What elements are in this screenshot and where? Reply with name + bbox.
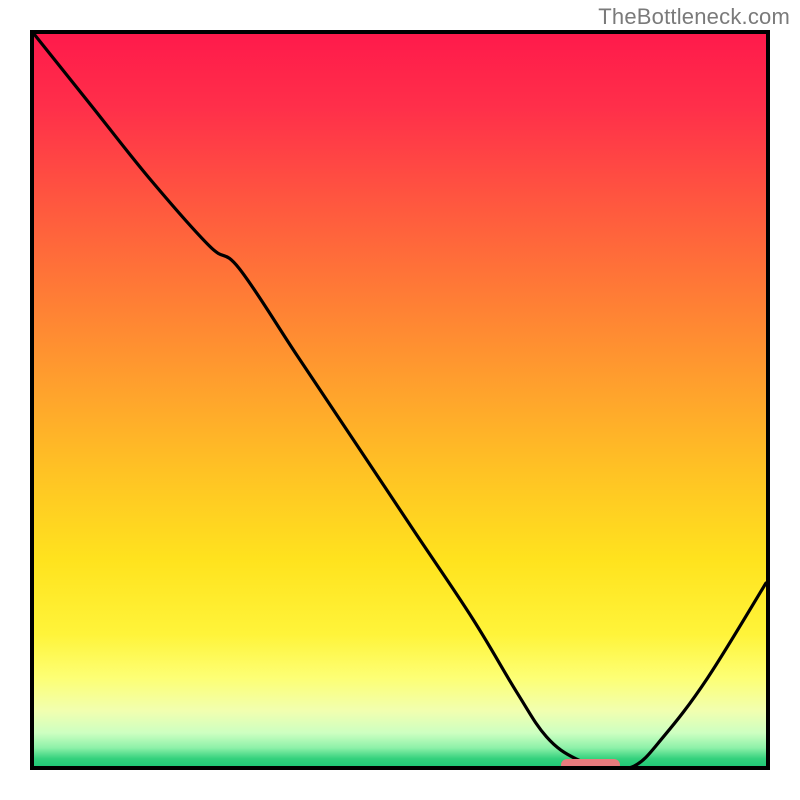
bottleneck-curve [34,34,766,766]
plot-area [30,30,770,770]
optimal-marker [561,759,620,770]
watermark-text: TheBottleneck.com [598,4,790,30]
chart-container: TheBottleneck.com [0,0,800,800]
